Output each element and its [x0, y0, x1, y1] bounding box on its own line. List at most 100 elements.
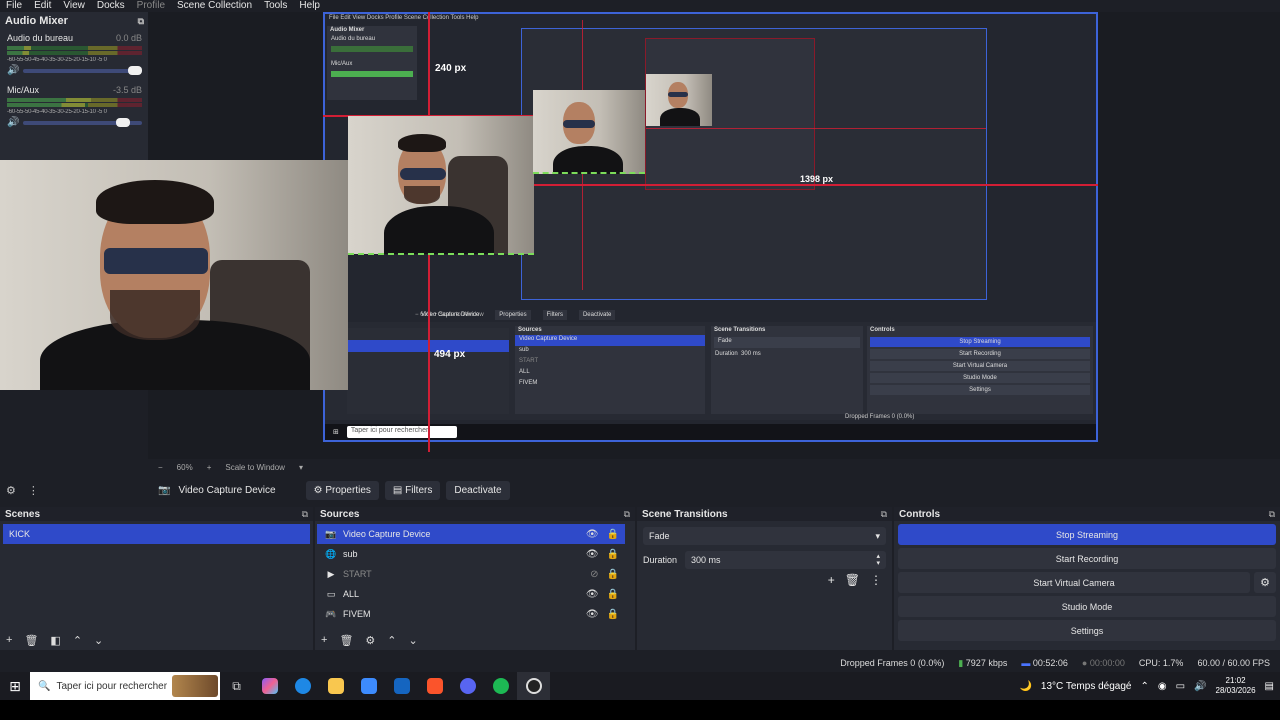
weather-icon[interactable]: 🌙 [1019, 681, 1031, 692]
obs-icon[interactable] [517, 672, 550, 700]
menu-edit[interactable]: Edit [28, 0, 57, 11]
chevron-down-icon: ▾ [875, 530, 880, 541]
menu-file[interactable]: File [0, 0, 28, 11]
source-item-start[interactable]: ▶ START ⊘ 🔒 [317, 564, 625, 584]
chevron-up-icon[interactable]: ⌃ [1140, 681, 1148, 692]
volume-slider[interactable] [23, 65, 142, 75]
add-icon[interactable]: + [6, 634, 12, 646]
file-explorer-icon[interactable] [319, 672, 352, 700]
dock-undock-icon[interactable]: ⧉ [302, 509, 308, 520]
discord-icon[interactable] [451, 672, 484, 700]
eye-icon[interactable]: 👁 [586, 609, 599, 620]
guide-right [533, 184, 1098, 186]
scale-mode-select[interactable]: Scale to Window [225, 463, 285, 472]
speaker-icon[interactable]: 🔊 [7, 65, 19, 76]
lock-icon[interactable]: 🔒 [607, 589, 619, 600]
gear-icon[interactable]: ⚙ [365, 634, 375, 647]
scenes-toolbar: + 🗑 ◧ ⌃ ⌄ [0, 632, 313, 648]
move-up-icon[interactable]: ⌃ [73, 634, 82, 647]
mail-icon[interactable] [385, 672, 418, 700]
zoom-in-button[interactable]: + [207, 463, 212, 472]
notification-icon[interactable]: ▤ [1265, 681, 1274, 692]
spotify-icon[interactable] [484, 672, 517, 700]
start-virtual-camera-button[interactable]: Start Virtual Camera [898, 572, 1250, 593]
trash-icon[interactable]: 🗑 [339, 634, 353, 647]
menu-profile[interactable]: Profile [131, 0, 171, 11]
copilot-icon[interactable] [253, 672, 286, 700]
lock-icon[interactable]: 🔒 [607, 609, 619, 620]
channel-name: Audio du bureau [7, 33, 74, 43]
menu-scene-collection[interactable]: Scene Collection [171, 0, 258, 11]
network-icon[interactable]: ▭ [1176, 681, 1185, 692]
deactivate-button[interactable]: Deactivate [446, 480, 510, 500]
eye-hidden-icon[interactable]: ⊘ [590, 569, 598, 580]
start-recording-button[interactable]: Start Recording [898, 548, 1276, 569]
eye-icon[interactable]: 👁 [586, 529, 599, 540]
stop-streaming-button[interactable]: Stop Streaming [898, 524, 1276, 545]
nested-transitions-title: Scene Transitions [714, 327, 766, 333]
weather-text[interactable]: 13°C Temps dégagé [1041, 681, 1132, 692]
gear-icon[interactable]: ⚙ [1254, 572, 1276, 593]
guide-nested-horizontal [646, 128, 986, 129]
task-view-icon[interactable]: ⧉ [220, 672, 253, 700]
zoom-out-button[interactable]: − [158, 463, 163, 472]
dock-undock-icon[interactable]: ⧉ [624, 509, 630, 520]
store-icon[interactable] [352, 672, 385, 700]
windows-start-icon[interactable]: ⊞ [0, 678, 30, 695]
display-icon: ▭ [326, 588, 336, 599]
edge-icon[interactable] [286, 672, 319, 700]
filter-icon[interactable]: ◧ [50, 634, 60, 647]
trash-icon[interactable]: 🗑 [845, 573, 860, 587]
source-item-video-capture[interactable]: 📷 Video Capture Device 👁 🔒 [317, 524, 625, 544]
webcam-source-selected[interactable] [348, 116, 534, 254]
dock-undock-icon[interactable]: ⧉ [138, 16, 144, 27]
volume-icon[interactable]: 🔊 [1194, 681, 1206, 692]
nested-stop-streaming: Stop Streaming [870, 337, 1090, 347]
lock-icon[interactable]: 🔒 [607, 549, 619, 560]
menu-view[interactable]: View [57, 0, 91, 11]
nested-deactivate: Deactivate [578, 310, 616, 320]
slider-knob[interactable] [116, 117, 130, 127]
gear-icon[interactable]: ⚙ [6, 484, 16, 497]
nested-vcd: Video Capture Device [421, 312, 480, 318]
menu-tools[interactable]: Tools [258, 0, 293, 11]
duration-spinbox[interactable]: 300 ms ▴ ▾ [685, 551, 886, 569]
nested-controls: Controls Stop Streaming Start Recording … [867, 326, 1093, 414]
chevron-down-icon[interactable]: ▾ [299, 463, 303, 472]
clock-time: 21:02 [1225, 676, 1246, 685]
dock-undock-icon[interactable]: ⧉ [881, 509, 887, 520]
screen-bottom-bezel [0, 700, 1280, 720]
speaker-icon[interactable]: 🔊 [7, 117, 19, 128]
source-item-sub[interactable]: 🌐 sub 👁 🔒 [317, 544, 625, 564]
add-icon[interactable]: + [321, 634, 327, 646]
move-down-icon[interactable]: ⌄ [409, 634, 418, 647]
menu-help[interactable]: Help [293, 0, 326, 11]
slider-knob[interactable] [128, 65, 142, 75]
spin-arrows-icon[interactable]: ▴ ▾ [876, 553, 880, 567]
properties-button[interactable]: ⚙ Properties [305, 480, 379, 500]
dock-undock-icon[interactable]: ⧉ [1269, 509, 1275, 520]
lock-icon[interactable]: 🔒 [607, 529, 619, 540]
move-up-icon[interactable]: ⌃ [387, 634, 396, 647]
source-item-fivem[interactable]: 🎮 FIVEM 👁 🔒 [317, 604, 625, 624]
lock-icon[interactable]: 🔒 [607, 569, 619, 580]
more-icon[interactable]: ⋮ [870, 573, 882, 587]
volume-slider[interactable] [23, 117, 142, 127]
settings-button[interactable]: Settings [898, 620, 1276, 641]
clock[interactable]: 21:02 28/03/2026 [1216, 676, 1256, 696]
tray-obs-icon[interactable]: ◉ [1158, 681, 1167, 692]
more-icon[interactable]: ⋮ [28, 484, 39, 497]
trash-icon[interactable]: 🗑 [24, 634, 38, 647]
eye-icon[interactable]: 👁 [586, 549, 599, 560]
filters-button[interactable]: ▤ Filters [384, 480, 441, 500]
move-down-icon[interactable]: ⌄ [94, 634, 103, 647]
menu-docks[interactable]: Docks [91, 0, 131, 11]
source-item-all[interactable]: ▭ ALL 👁 🔒 [317, 584, 625, 604]
scene-item-kick[interactable]: KICK [3, 524, 310, 544]
eye-icon[interactable]: 👁 [586, 589, 599, 600]
studio-mode-button[interactable]: Studio Mode [898, 596, 1276, 617]
transition-select[interactable]: Fade ▾ [643, 527, 886, 545]
brave-icon[interactable] [418, 672, 451, 700]
taskbar-search[interactable]: 🔍 Taper ici pour rechercher [30, 672, 220, 700]
add-icon[interactable]: + [828, 573, 835, 587]
